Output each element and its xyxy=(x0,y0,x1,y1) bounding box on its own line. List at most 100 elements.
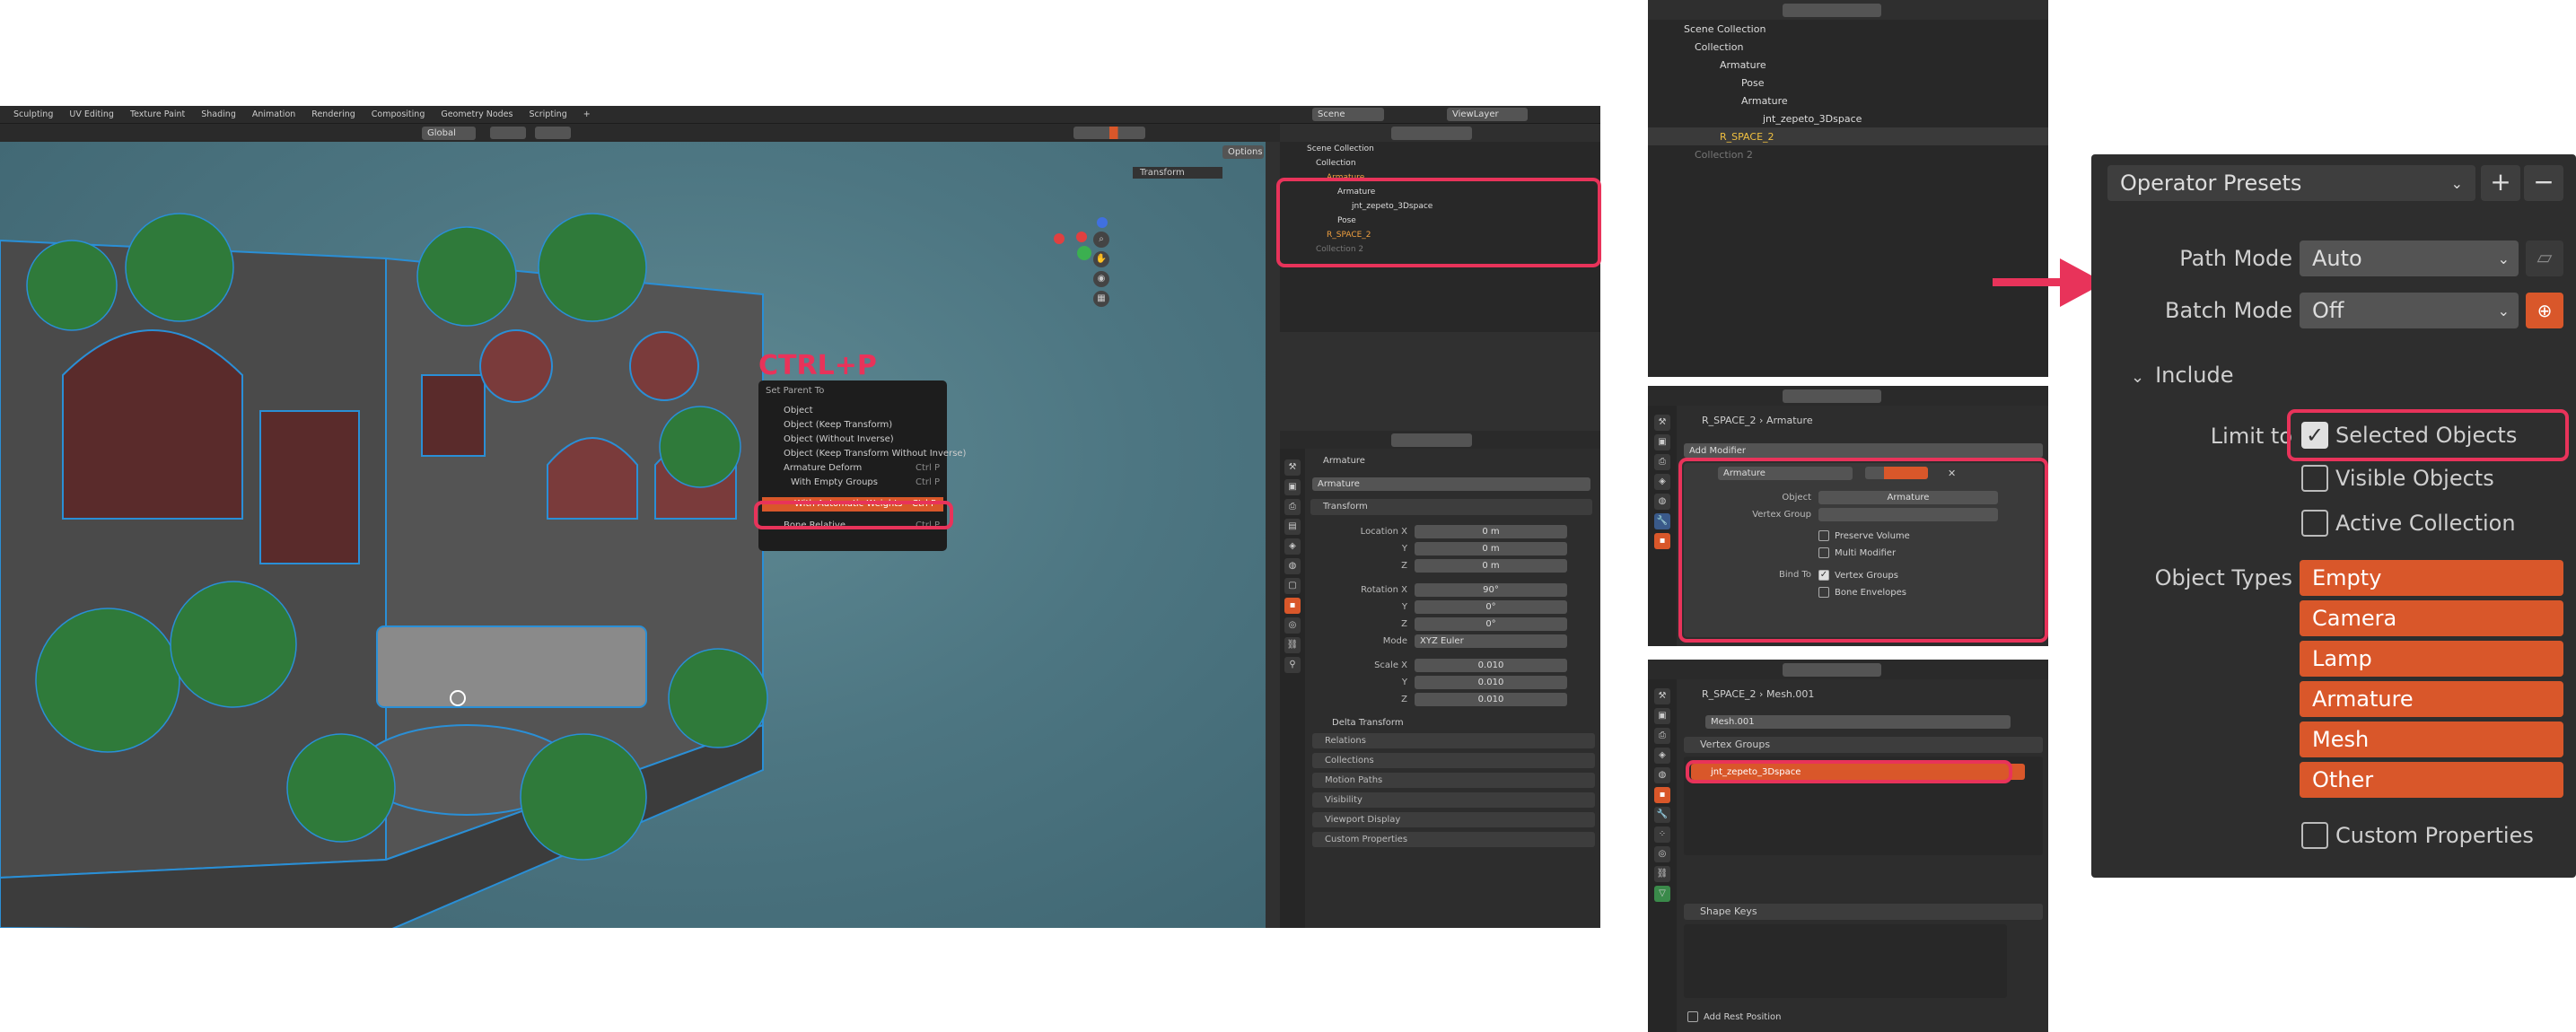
menu-item-object-without-inverse[interactable]: Object (Without Inverse) xyxy=(758,433,947,447)
motion-paths-panel[interactable]: Motion Paths xyxy=(1312,773,1595,788)
orientation-dropdown[interactable]: Global xyxy=(422,126,476,140)
object-type-lamp[interactable]: Lamp xyxy=(2300,641,2563,677)
workspace-tab[interactable]: UV Editing xyxy=(61,108,122,122)
menu-item-armature-deform[interactable]: Armature Deform Ctrl P xyxy=(758,461,947,476)
outliner-search[interactable] xyxy=(1391,126,1472,140)
snap-toggle[interactable] xyxy=(490,127,526,139)
workspace-tab[interactable]: Texture Paint xyxy=(122,108,193,122)
outliner-row[interactable]: Scene Collection xyxy=(1280,142,1600,156)
workspace-tab[interactable]: Shading xyxy=(193,108,244,122)
scale-y-field[interactable]: 0.010 xyxy=(1415,676,1567,689)
mesh-name-field[interactable]: Mesh.001 xyxy=(1705,715,2011,729)
shading-mode-buttons[interactable] xyxy=(1073,127,1145,139)
rotation-y-field[interactable]: 0° xyxy=(1415,600,1567,614)
tool-tab-icon[interactable]: ⚒ xyxy=(1284,459,1301,476)
constraints-tab-icon[interactable]: ⛓ xyxy=(1654,866,1670,882)
physics-tab-icon[interactable]: ◎ xyxy=(1654,846,1670,862)
output-tab-icon[interactable]: ⎙ xyxy=(1654,454,1670,470)
render-tab-icon[interactable]: ▣ xyxy=(1284,479,1301,495)
scale-z-field[interactable]: 0.010 xyxy=(1415,693,1567,706)
props-search[interactable] xyxy=(1391,433,1472,447)
outliner-row-bone[interactable]: jnt_zepeto_3Dspace xyxy=(1648,109,2048,127)
object-type-armature[interactable]: Armature xyxy=(2300,681,2563,717)
viewlayer-selector[interactable]: ViewLayer xyxy=(1447,108,1528,121)
props-name-field[interactable]: Armature xyxy=(1312,477,1590,491)
outliner-row-armature-data[interactable]: Armature xyxy=(1648,92,2048,109)
collections-panel[interactable]: Collections xyxy=(1312,753,1595,768)
modifier-tab-column: ⚒ ▣ ⎙ ◈ ◍ 🔧 ▪ xyxy=(1648,406,1677,646)
camera-view-icon[interactable]: ◉ xyxy=(1093,271,1109,287)
custom-properties-checkbox[interactable] xyxy=(2301,822,2328,849)
location-z-field[interactable]: 0 m xyxy=(1415,559,1567,573)
proportional-toggle[interactable] xyxy=(535,127,571,139)
rotation-x-field[interactable]: 90° xyxy=(1415,583,1567,597)
delta-transform-header[interactable]: Delta Transform xyxy=(1280,718,1600,728)
menu-item-keep-transform-without-inverse[interactable]: Object (Keep Transform Without Inverse) xyxy=(758,447,966,461)
right-editors-column: Scene ViewLayer Scene Collection Collect… xyxy=(1276,106,1601,928)
tool-tab-icon[interactable]: ⚒ xyxy=(1654,415,1670,431)
output-tab-icon[interactable]: ⎙ xyxy=(1654,728,1670,744)
menu-item-object[interactable]: Object xyxy=(758,404,947,418)
workspace-tab[interactable]: Scripting xyxy=(521,108,574,122)
workspace-tab[interactable]: Animation xyxy=(244,108,303,122)
visibility-panel[interactable]: Visibility xyxy=(1312,792,1595,808)
export-options-panel: Operator Presets ⌄ + − Path Mode Auto ⌄ ▱ … xyxy=(2091,154,2576,878)
shape-keys-header[interactable]: Shape Keys xyxy=(1684,904,2043,920)
world-tab-icon[interactable]: ◍ xyxy=(1654,494,1670,510)
pan-icon[interactable]: ✋ xyxy=(1093,251,1109,267)
viewport-display-panel[interactable]: Viewport Display xyxy=(1312,812,1595,827)
zoom-icon[interactable]: ⌕ xyxy=(1093,232,1109,248)
transform-sidebar-label[interactable]: Transform xyxy=(1133,167,1222,179)
output-tab-icon[interactable]: ⎙ xyxy=(1284,499,1301,515)
grid-view-icon[interactable]: ▦ xyxy=(1093,291,1109,307)
object-type-empty[interactable]: Empty xyxy=(2300,560,2563,596)
data-search[interactable] xyxy=(1783,662,1881,677)
object-type-other[interactable]: Other xyxy=(2300,762,2563,798)
3d-viewport[interactable]: CTRL+P ⌕ ✋ ◉ ▦ Options Transform Set Par… xyxy=(0,142,1266,928)
world-tab-icon[interactable]: ◍ xyxy=(1654,767,1670,783)
render-tab-icon[interactable]: ▣ xyxy=(1654,434,1670,450)
custom-properties-option[interactable]: Custom Properties xyxy=(2301,822,2534,849)
rotation-z-field[interactable]: 0° xyxy=(1415,617,1567,631)
options-dropdown[interactable]: Options xyxy=(1222,145,1264,159)
mesh-data-tab-icon[interactable]: ▽ xyxy=(1654,886,1670,902)
particles-tab-icon[interactable]: ⁘ xyxy=(1654,826,1670,843)
relations-panel[interactable]: Relations xyxy=(1312,733,1595,748)
workspace-tab[interactable]: Rendering xyxy=(303,108,364,122)
scene-tab-icon[interactable]: ◈ xyxy=(1654,748,1670,764)
custom-properties-panel[interactable]: Custom Properties xyxy=(1312,832,1595,847)
modifier-tab-icon[interactable]: 🔧 xyxy=(1654,807,1670,823)
outliner-large-search[interactable] xyxy=(1783,3,1881,17)
menu-item-with-empty-groups[interactable]: With Empty Groups Ctrl P xyxy=(758,476,947,490)
rotation-mode-dropdown[interactable]: XYZ Euler xyxy=(1415,634,1567,648)
scene-tab-icon[interactable]: ◈ xyxy=(1654,474,1670,490)
transform-panel-header[interactable]: Transform xyxy=(1310,499,1592,515)
workspace-tab[interactable]: Geometry Nodes xyxy=(433,108,521,122)
add-rest-position-checkbox[interactable] xyxy=(1687,1011,1698,1022)
add-workspace-icon[interactable]: + xyxy=(575,108,599,122)
add-modifier-dropdown[interactable]: Add Modifier xyxy=(1684,443,2043,458)
object-type-mesh[interactable]: Mesh xyxy=(2300,722,2563,757)
object-tab-icon[interactable]: ▪ xyxy=(1654,787,1670,803)
modifier-tab-icon[interactable]: 🔧 xyxy=(1654,513,1670,529)
workspace-tab[interactable]: Compositing xyxy=(364,108,434,122)
render-tab-icon[interactable]: ▣ xyxy=(1654,708,1670,724)
modifier-search[interactable] xyxy=(1783,389,1881,403)
outliner-row[interactable]: Collection xyxy=(1280,156,1600,171)
outliner-row-armature[interactable]: Armature xyxy=(1648,56,2048,74)
scale-x-field[interactable]: 0.010 xyxy=(1415,659,1567,672)
location-y-field[interactable]: 0 m xyxy=(1415,542,1567,555)
outliner-row-collection[interactable]: Collection xyxy=(1648,38,2048,56)
location-x-field[interactable]: 0 m xyxy=(1415,525,1567,538)
outliner-row-scene-collection[interactable]: Scene Collection xyxy=(1648,20,2048,38)
object-type-camera[interactable]: Camera xyxy=(2300,600,2563,636)
vertex-groups-header[interactable]: Vertex Groups xyxy=(1684,737,2043,753)
object-tab-icon[interactable]: ▪ xyxy=(1654,533,1670,549)
outliner-row-pose[interactable]: Pose xyxy=(1648,74,2048,92)
outliner-row-collection-2[interactable]: Collection 2 xyxy=(1648,145,2048,163)
outliner-row-r-space[interactable]: R_SPACE_2 xyxy=(1648,127,2048,145)
scene-selector[interactable]: Scene xyxy=(1312,108,1384,121)
menu-item-object-keep-transform[interactable]: Object (Keep Transform) xyxy=(758,418,947,433)
tool-tab-icon[interactable]: ⚒ xyxy=(1654,688,1670,704)
workspace-tab[interactable]: Sculpting xyxy=(5,108,61,122)
